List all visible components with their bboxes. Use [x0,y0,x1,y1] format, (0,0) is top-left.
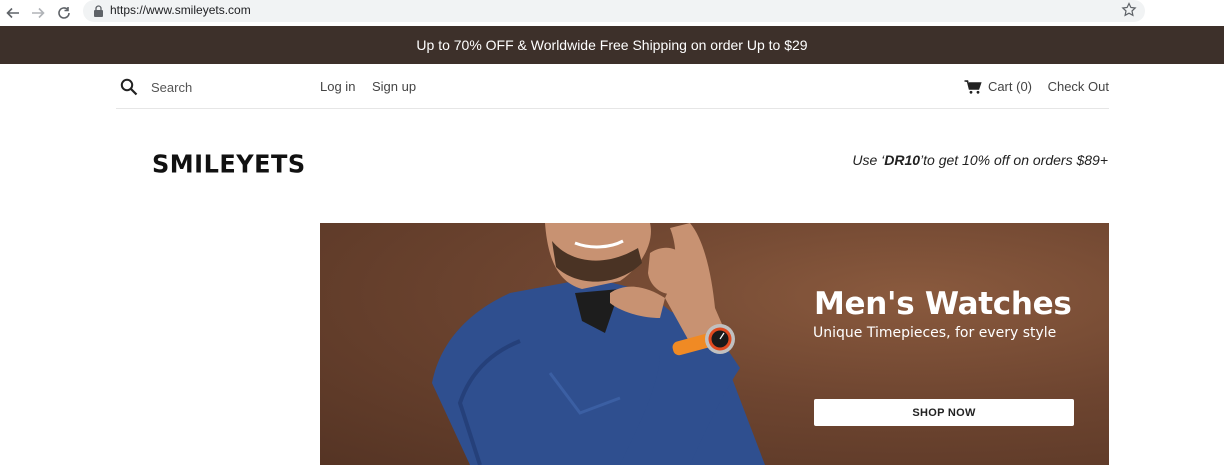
forward-arrow-icon[interactable] [28,3,48,23]
promo-banner: Up to 70% OFF & Worldwide Free Shipping … [0,26,1224,64]
site-header: Log in Sign up Cart (0) Check Out [116,64,1109,109]
url-text: https://www.smileyets.com [110,3,251,17]
reload-icon[interactable] [54,3,74,23]
cart-icon [964,79,982,94]
coupon-message: Use ‘DR10’to get 10% off on orders $89+ [852,152,1108,168]
browser-toolbar: https://www.smileyets.com [0,0,1224,26]
search-icon[interactable] [120,78,138,96]
search-input[interactable] [151,79,301,95]
cart-label: Cart (0) [987,79,1032,94]
coupon-suffix: ’to get 10% off on orders $89+ [920,152,1108,168]
lock-icon [94,5,103,17]
hero-banner[interactable]: Men's Watches Unique Timepieces, for eve… [320,223,1109,465]
back-arrow-icon[interactable] [3,3,23,23]
promo-text: Up to 70% OFF & Worldwide Free Shipping … [416,37,808,53]
hero-title: Men's Watches [814,286,1072,322]
cart-link[interactable]: Cart (0) [964,79,1032,94]
coupon-code: DR10 [884,152,921,168]
hero-model-image [432,223,765,465]
coupon-prefix: Use ‘ [852,152,885,168]
search-box[interactable] [120,77,301,97]
signup-link[interactable]: Sign up [372,79,416,94]
site-logo[interactable]: SMILEYETS [152,149,306,178]
address-bar[interactable]: https://www.smileyets.com [83,0,1145,22]
shop-now-button[interactable]: SHOP NOW [814,399,1074,426]
bookmark-star-icon[interactable] [1121,2,1137,18]
hero-subtitle: Unique Timepieces, for every style [813,325,1057,341]
checkout-link[interactable]: Check Out [1048,79,1109,94]
login-link[interactable]: Log in [320,79,355,94]
